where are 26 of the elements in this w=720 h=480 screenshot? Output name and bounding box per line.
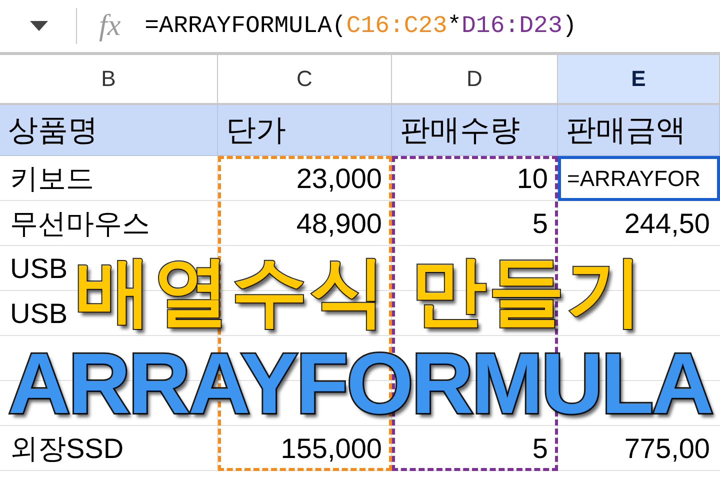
- active-cell[interactable]: =ARRAYFOR: [558, 156, 720, 201]
- header-cell: 상품명: [0, 105, 218, 156]
- title-text: 배열수식 만들기: [75, 250, 645, 334]
- table-cell-text: USB: [9, 252, 69, 286]
- table-cell-text: 5: [531, 206, 549, 240]
- header-cell: 단가: [218, 105, 392, 156]
- table-cell-text: 23,000: [295, 162, 383, 196]
- table-cell-text: 244,50: [623, 206, 711, 240]
- column-header[interactable]: C: [218, 55, 392, 105]
- table-cell-text: 키보드: [9, 162, 95, 196]
- table-cell-text: 48,900: [295, 206, 383, 240]
- table-cell-text: 775,00: [623, 432, 711, 466]
- table-cell-text: 155,000: [280, 432, 383, 466]
- header-cell: 판매수량: [392, 105, 558, 156]
- table-cell-text: 무선마우스: [9, 206, 151, 240]
- table-cell-text: 5: [531, 432, 549, 466]
- fx-label: fx: [99, 9, 121, 43]
- formula-text[interactable]: =ARRAYFORMULA(C16:C23*D16:D23): [144, 12, 577, 40]
- column-header[interactable]: D: [392, 55, 558, 105]
- column-header[interactable]: B: [0, 55, 218, 105]
- header-cell: 판매금액: [558, 105, 720, 156]
- column-header[interactable]: E: [558, 55, 720, 105]
- table-cell-text: 10: [516, 162, 549, 196]
- subtitle-text: ARRAYFORMULA: [8, 346, 712, 422]
- dropdown-caret-icon[interactable]: [30, 21, 48, 31]
- table-cell-text: 외장SSD: [9, 432, 125, 466]
